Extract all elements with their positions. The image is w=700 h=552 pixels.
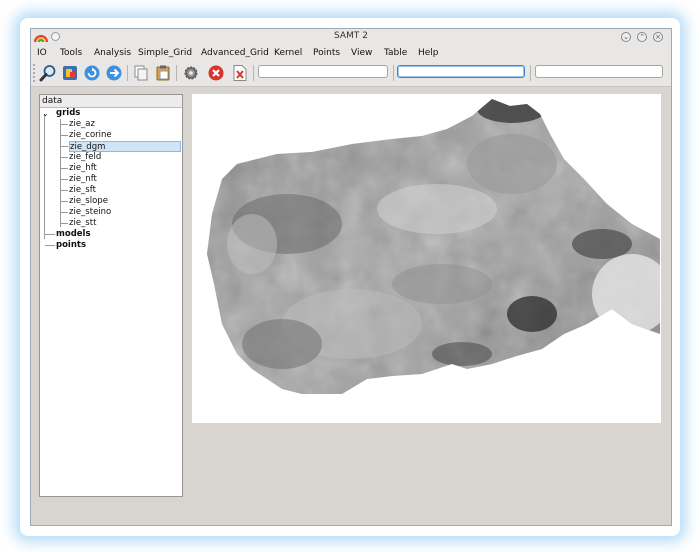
toolbar-separator — [253, 65, 254, 81]
tree-item-zie-nft[interactable]: zie_nft — [69, 174, 97, 185]
map-view[interactable] — [192, 94, 661, 423]
menu-tools[interactable]: Tools — [60, 48, 82, 58]
tree-line — [61, 168, 68, 169]
toolbar-separator — [127, 65, 128, 81]
chevron-down-icon[interactable]: ⌄ — [42, 108, 49, 119]
tree-line — [61, 223, 68, 224]
tree-item-zie-sft[interactable]: zie_sft — [69, 185, 96, 196]
menu-help[interactable]: Help — [418, 48, 439, 58]
tree-line — [61, 157, 68, 158]
toolbar-separator — [530, 65, 531, 81]
toolbar-input-1[interactable] — [258, 65, 388, 78]
tree-item-zie-az[interactable]: zie_az — [69, 119, 95, 130]
toolbar-input-2[interactable] — [397, 65, 525, 78]
tree-item-zie-dgm[interactable]: zie_dgm — [69, 141, 181, 152]
tree-line — [61, 124, 68, 125]
tree-line — [61, 201, 68, 202]
menu-table[interactable]: Table — [384, 48, 407, 58]
tree-line — [61, 212, 68, 213]
menu-points[interactable]: Points — [313, 48, 340, 58]
close-file-icon[interactable] — [231, 64, 249, 82]
zoom-icon[interactable] — [39, 64, 57, 82]
menu-view[interactable]: View — [351, 48, 372, 58]
tree-item-zie-stt[interactable]: zie_stt — [69, 218, 96, 229]
tree-line — [45, 245, 55, 246]
toolbar — [31, 60, 671, 87]
data-panel: data ⌄ grids zie_az zie_corine zie_dgm z… — [39, 94, 183, 497]
menu-kernel[interactable]: Kernel — [274, 48, 302, 58]
menu-simple-grid[interactable]: Simple_Grid — [138, 48, 192, 58]
tree-item-zie-feld[interactable]: zie_feld — [69, 152, 101, 163]
tree-item-zie-steino[interactable]: zie_steino — [69, 207, 111, 218]
toolbar-separator — [393, 65, 394, 81]
tree-node-grids[interactable]: grids — [56, 108, 80, 119]
app-window: SAMT 2 ⌄ ⌃ × IO Tools Analysis Simple_Gr… — [30, 28, 672, 526]
title-bar[interactable]: SAMT 2 ⌄ ⌃ × — [31, 29, 671, 46]
tree-item-zie-corine[interactable]: zie_corine — [69, 130, 112, 141]
settings-icon[interactable] — [182, 64, 200, 82]
dem-grid-image — [207, 99, 660, 394]
tree-node-models[interactable]: models — [56, 229, 91, 240]
menu-advanced-grid[interactable]: Advanced_Grid — [201, 48, 269, 58]
copy-icon[interactable] — [132, 64, 150, 82]
toolbar-grip[interactable] — [33, 64, 38, 82]
menu-analysis[interactable]: Analysis — [94, 48, 131, 58]
menu-bar: IO Tools Analysis Simple_Grid Advanced_G… — [31, 46, 671, 60]
window-title: SAMT 2 — [334, 31, 368, 41]
forward-icon[interactable] — [105, 64, 123, 82]
tree-line — [61, 146, 68, 147]
layers-icon[interactable] — [61, 64, 79, 82]
tree-line — [61, 135, 68, 136]
tree-line — [61, 190, 68, 191]
close-button[interactable]: × — [653, 32, 663, 42]
tree-line — [45, 234, 55, 235]
stop-icon[interactable] — [207, 64, 225, 82]
panel-header: data — [40, 95, 182, 108]
tree-item-zie-hft[interactable]: zie_hft — [69, 163, 97, 174]
tree-line — [44, 114, 45, 239]
minimize-button[interactable]: ⌄ — [621, 32, 631, 42]
tree-line — [61, 179, 68, 180]
toolbar-input-3[interactable] — [535, 65, 663, 78]
menu-io[interactable]: IO — [37, 48, 47, 58]
paste-icon[interactable] — [154, 64, 172, 82]
refresh-icon[interactable] — [83, 64, 101, 82]
tree-node-points[interactable]: points — [56, 240, 86, 251]
toolbar-separator — [176, 65, 177, 81]
maximize-button[interactable]: ⌃ — [637, 32, 647, 42]
tree-item-zie-slope[interactable]: zie_slope — [69, 196, 108, 207]
